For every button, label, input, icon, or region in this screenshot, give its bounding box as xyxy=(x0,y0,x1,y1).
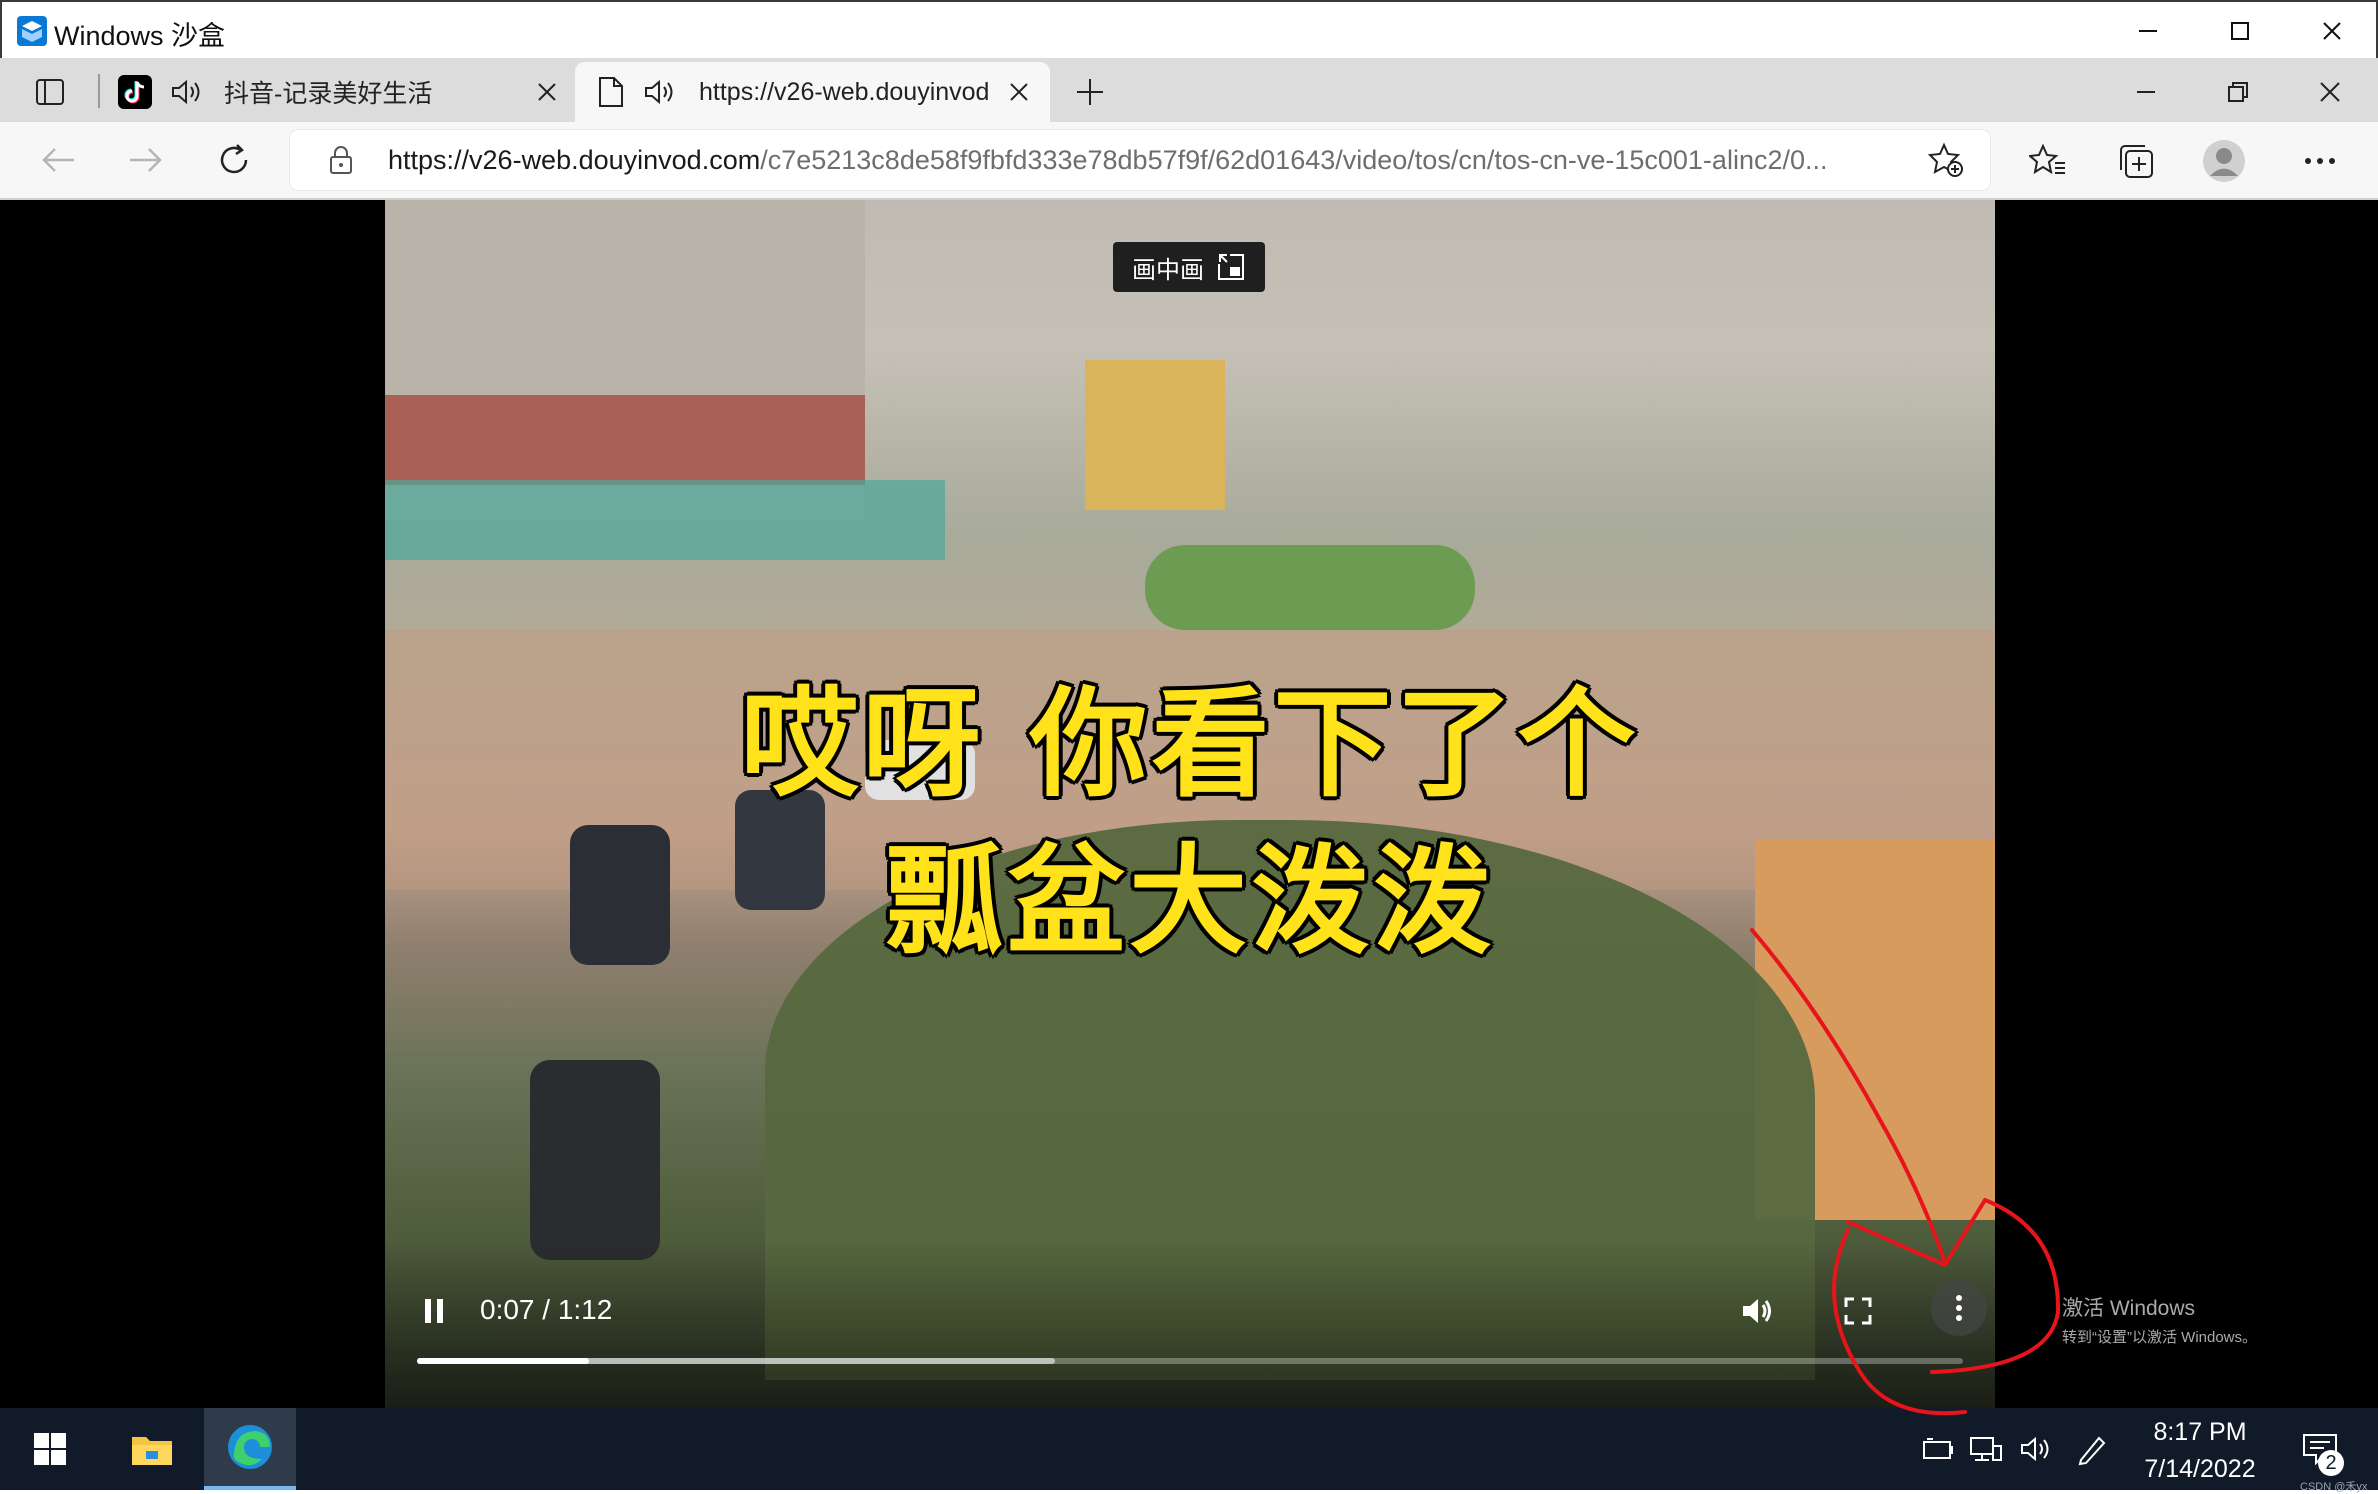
refresh-button[interactable] xyxy=(206,138,262,182)
green-fence xyxy=(385,480,945,560)
battery-icon xyxy=(1923,1438,1953,1459)
start-button[interactable] xyxy=(0,1408,100,1490)
network-icon xyxy=(1970,1437,2002,1461)
settings-more-button[interactable] xyxy=(2292,136,2348,186)
close-tab-icon[interactable] xyxy=(1008,81,1030,103)
corner-credit-text: CSDN @禾yx xyxy=(2300,1481,2368,1493)
favorites-icon xyxy=(2029,143,2065,175)
notification-badge: 2 xyxy=(2318,1450,2344,1476)
window-title-bar: Windows 沙盒 xyxy=(0,0,2378,58)
volume-icon xyxy=(1743,1299,1771,1323)
arrow-left-icon xyxy=(42,148,74,172)
shop-front xyxy=(385,395,865,485)
tab-label: https://v26-web.douyinvod. xyxy=(699,77,989,106)
page-icon xyxy=(599,77,623,107)
file-explorer-button[interactable] xyxy=(106,1408,198,1490)
maximize-button[interactable] xyxy=(2194,2,2286,60)
more-horizontal-icon xyxy=(2305,158,2335,164)
address-bar[interactable]: https://v26-web.douyinvod.com/c7e5213c8d… xyxy=(290,130,1990,190)
watermark-line-1: 激活 Windows xyxy=(2062,1297,2196,1320)
yellow-kiosk xyxy=(1085,360,1225,510)
page-viewport: 画中画 哎呀 你看下了个 瓢盆大泼泼 0:07 / 1:12 激活 Window… xyxy=(0,200,2378,1408)
pen-tray-icon[interactable] xyxy=(2070,1408,2114,1490)
volume-button[interactable] xyxy=(1733,1286,1783,1336)
profile-button[interactable] xyxy=(2196,134,2252,188)
forward-button[interactable] xyxy=(118,138,174,182)
tab-video[interactable]: https://v26-web.douyinvod. xyxy=(575,62,1050,122)
close-icon xyxy=(2323,22,2341,40)
lock-icon[interactable] xyxy=(328,144,354,176)
clock-time: 8:17 PM xyxy=(2153,1418,2247,1446)
minimize-button[interactable] xyxy=(2102,2,2194,60)
caption-line-1: 哎呀 你看下了个 xyxy=(740,675,1640,813)
pause-icon xyxy=(425,1299,443,1323)
minimize-icon xyxy=(2137,91,2155,93)
sandbox-logo-icon xyxy=(17,16,47,46)
edge-icon xyxy=(228,1425,272,1469)
favorites-button[interactable] xyxy=(2020,136,2076,186)
add-favorite-icon[interactable] xyxy=(1928,142,1964,178)
browser-restore-button[interactable] xyxy=(2214,68,2262,116)
edge-taskbar-button[interactable] xyxy=(204,1408,296,1490)
taskbar: 8:17 PM 7/14/2022 2 CSDN @禾yx xyxy=(0,1408,2378,1493)
video-controls: 0:07 / 1:12 xyxy=(385,1240,1995,1408)
close-icon xyxy=(2320,82,2340,102)
windows-logo-icon xyxy=(34,1433,66,1465)
minimize-icon xyxy=(2139,30,2157,32)
progress-bar[interactable] xyxy=(417,1358,1963,1364)
clock-date: 7/14/2022 xyxy=(2144,1455,2256,1483)
restore-icon xyxy=(2228,82,2248,102)
collections-icon xyxy=(2120,145,2153,178)
time-display: 0:07 / 1:12 xyxy=(480,1294,613,1325)
close-window-button[interactable] xyxy=(2286,2,2378,60)
battery-tray-icon[interactable] xyxy=(1916,1408,1960,1490)
tab-strip: 抖音-记录美好生活 https://v26-web.douyinvod. xyxy=(0,58,2378,122)
browser-close-button[interactable] xyxy=(2306,68,2354,116)
maximize-icon xyxy=(2231,22,2249,40)
folder-icon xyxy=(132,1437,172,1465)
vertical-tabs-icon xyxy=(36,79,64,105)
navigation-bar: https://v26-web.douyinvod.com/c7e5213c8d… xyxy=(0,122,2378,200)
arrow-right-icon xyxy=(130,148,162,172)
video-player[interactable]: 画中画 哎呀 你看下了个 瓢盆大泼泼 0:07 / 1:12 xyxy=(385,200,1995,1408)
pause-button[interactable] xyxy=(411,1288,457,1334)
watermark-line-2: 转到“设置”以激活 Windows。 xyxy=(2062,1329,2258,1346)
plus-icon xyxy=(1077,79,1103,105)
pen-icon xyxy=(2078,1436,2106,1466)
browser-minimize-button[interactable] xyxy=(2122,68,2170,116)
url-host: https://v26-web.douyinvod.com xyxy=(388,145,761,175)
more-options-button[interactable] xyxy=(1931,1280,1987,1336)
refresh-icon xyxy=(220,144,248,174)
close-tab-icon[interactable] xyxy=(536,81,558,103)
car xyxy=(530,1060,660,1260)
more-vertical-icon xyxy=(1956,1295,1962,1321)
tab-actions-button[interactable] xyxy=(22,70,78,114)
fullscreen-button[interactable] xyxy=(1833,1286,1883,1336)
volume-tray-icon[interactable] xyxy=(2014,1408,2058,1490)
grass-island xyxy=(1145,545,1475,630)
tab-divider xyxy=(98,74,100,108)
collections-button[interactable] xyxy=(2108,136,2164,186)
pip-label: 画中画 xyxy=(1132,256,1204,284)
taskbar-clock[interactable]: 8:17 PM 7/14/2022 xyxy=(2120,1418,2280,1484)
new-tab-button[interactable] xyxy=(1066,68,1114,116)
tiktok-icon xyxy=(118,75,152,109)
back-button[interactable] xyxy=(30,138,86,182)
caption-line-2: 瓢盆大泼泼 xyxy=(884,832,1495,970)
speaker-icon[interactable] xyxy=(170,77,206,107)
window-title: Windows 沙盒 xyxy=(54,21,226,51)
tab-label: 抖音-记录美好生活 xyxy=(224,80,433,108)
picture-in-picture-button[interactable]: 画中画 xyxy=(1113,242,1265,292)
fullscreen-icon xyxy=(1844,1297,1872,1325)
played-bar xyxy=(417,1358,589,1364)
network-tray-icon[interactable] xyxy=(1964,1408,2008,1490)
activate-windows-watermark: 激活 Windows 转到“设置”以激活 Windows。 xyxy=(2062,1292,2257,1347)
speaker-icon[interactable] xyxy=(643,77,679,107)
url-text: https://v26-web.douyinvod.com/c7e5213c8d… xyxy=(388,145,1918,176)
tab-douyin[interactable]: 抖音-记录美好生活 xyxy=(110,62,570,122)
pip-icon xyxy=(1218,254,1244,280)
avatar-icon xyxy=(2203,140,2245,182)
speaker-icon xyxy=(2021,1436,2049,1462)
url-path: /c7e5213c8de58f9fbfd333e78db57f9f/62d016… xyxy=(760,145,1828,175)
